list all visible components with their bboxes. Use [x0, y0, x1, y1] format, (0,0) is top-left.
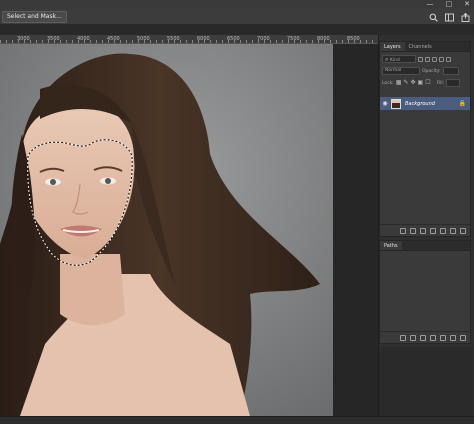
status-bar [0, 416, 474, 424]
layers-panel-footer [380, 224, 470, 236]
fill-path-icon[interactable] [400, 334, 406, 341]
filter-type-icon[interactable] [432, 56, 437, 62]
stroke-path-icon[interactable] [410, 334, 416, 341]
lock-transparent-icon[interactable]: ▦ [396, 79, 402, 87]
add-mask-icon[interactable] [440, 334, 446, 341]
ruler-ticks [0, 40, 378, 43]
new-path-icon[interactable] [450, 334, 456, 341]
blend-mode-select[interactable]: Normal [382, 67, 420, 75]
portrait-photo [0, 44, 333, 416]
layer-row-background[interactable]: ◉ Background 🔒 [380, 97, 470, 110]
select-and-mask-button[interactable]: Select and Mask... [2, 11, 67, 23]
share-icon[interactable] [460, 11, 470, 23]
document-tab-bar [0, 25, 474, 35]
load-selection-icon[interactable] [420, 334, 426, 341]
delete-layer-icon[interactable] [460, 227, 466, 234]
layers-panel: Layers Channels ⌕ Kind Normal Opacity: L… [379, 41, 471, 237]
layers-panel-tabs: Layers Channels [380, 42, 470, 52]
lock-artboard-icon[interactable]: ▣ [418, 79, 424, 87]
lock-all-icon[interactable]: ☐ [425, 79, 430, 87]
options-bar-icons [428, 11, 470, 23]
layer-thumbnail [391, 98, 401, 109]
layer-lock-icon: 🔒 [458, 100, 466, 107]
title-bar: — □ ✕ [0, 0, 474, 9]
lock-image-icon[interactable]: ✎ [403, 79, 408, 87]
opacity-label: Opacity: [422, 68, 441, 74]
paths-panel-tabs: Paths [380, 241, 470, 251]
search-icon[interactable] [428, 11, 438, 23]
new-group-icon[interactable] [440, 227, 446, 234]
minimize-icon[interactable]: — [427, 0, 434, 9]
window-controls: — □ ✕ [427, 0, 471, 9]
visibility-eye-icon[interactable]: ◉ [380, 100, 390, 107]
link-layers-icon[interactable] [400, 227, 406, 234]
pasteboard [333, 44, 378, 416]
tab-layers[interactable]: Layers [380, 42, 405, 51]
tab-channels[interactable]: Channels [405, 42, 436, 51]
layer-name: Background [405, 100, 435, 107]
paths-panel-footer [380, 331, 470, 343]
horizontal-ruler: 3000 3500 4000 4500 5000 5500 6000 6500 … [0, 35, 378, 44]
options-bar: Select and Mask... [0, 9, 474, 25]
close-icon[interactable]: ✕ [464, 0, 470, 9]
tab-paths[interactable]: Paths [380, 241, 402, 250]
panels-dock: Layers Channels ⌕ Kind Normal Opacity: L… [378, 35, 474, 416]
filter-smart-object-icon[interactable] [446, 56, 451, 62]
fill-field[interactable] [446, 79, 461, 87]
search-icon: ⌕ [385, 56, 389, 63]
filter-shape-icon[interactable] [439, 56, 444, 62]
delete-path-icon[interactable] [460, 334, 466, 341]
workspace-icon[interactable] [444, 11, 454, 23]
filter-adjustment-icon[interactable] [425, 56, 430, 62]
filter-pixel-icon[interactable] [418, 56, 423, 62]
document-canvas[interactable] [0, 44, 333, 416]
paths-panel: Paths [379, 240, 471, 344]
new-layer-icon[interactable] [450, 227, 456, 234]
opacity-field[interactable] [442, 67, 459, 75]
lock-position-icon[interactable]: ✥ [410, 79, 415, 87]
fill-label: Fill: [436, 80, 445, 86]
lock-fill-row: Lock: ▦ ✎ ✥ ▣ ☐ Fill: [382, 78, 468, 88]
empty-dock-area [379, 347, 473, 416]
layer-filter-row: ⌕ Kind [382, 54, 468, 64]
lock-label: Lock: [382, 80, 394, 86]
adjustment-layer-icon[interactable] [430, 227, 436, 234]
make-work-path-icon[interactable] [430, 334, 436, 341]
blend-opacity-row: Normal Opacity: [382, 66, 468, 76]
restore-icon[interactable]: □ [446, 0, 453, 9]
add-mask-icon[interactable] [420, 227, 426, 234]
layer-style-icon[interactable] [410, 227, 416, 234]
kind-filter-select[interactable]: ⌕ Kind [382, 55, 416, 63]
